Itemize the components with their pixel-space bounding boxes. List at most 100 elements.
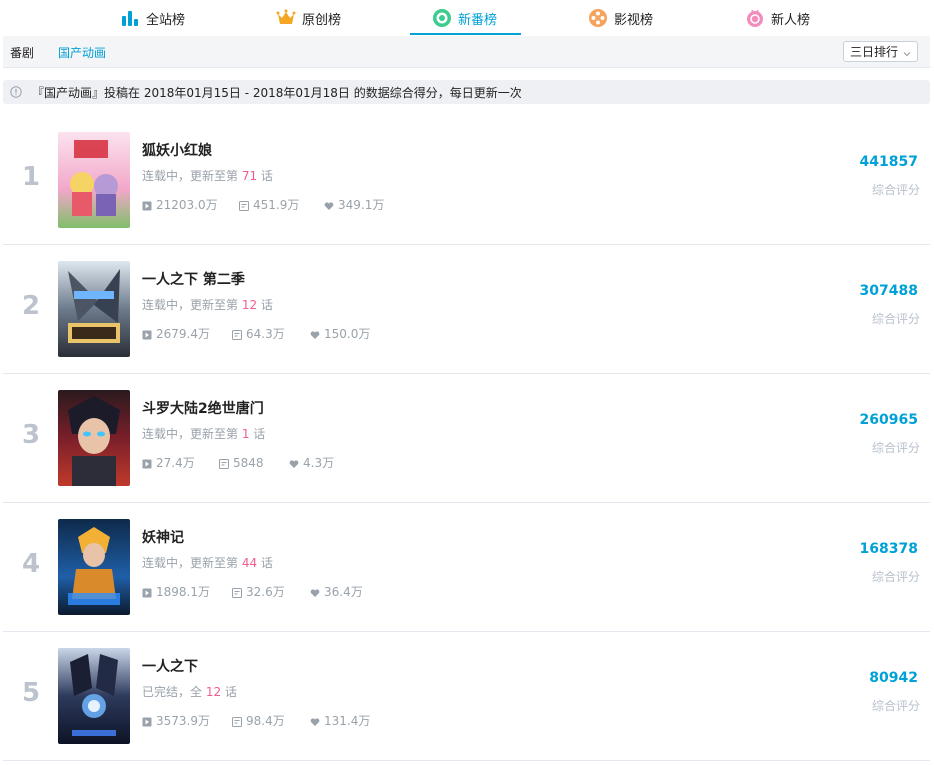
stats-row: 3573.9万 98.4万 131.4万 (142, 712, 370, 729)
cover-image[interactable] (58, 519, 130, 615)
danmaku-icon (232, 716, 242, 727)
status-prefix: 连载中，更新至第 (142, 556, 242, 570)
favorite-count: 150.0万 (310, 325, 370, 342)
target-icon (432, 8, 452, 28)
score-label: 综合评分 (871, 699, 920, 713)
heart-icon (289, 458, 299, 468)
rank-item: 3 斗罗大陆2绝世唐门 连载中，更新至第 1 话 27.4万 5848 4.3万… (3, 374, 930, 503)
score-value: 168378 (859, 541, 918, 557)
heart-icon (310, 329, 320, 339)
tab-original[interactable]: 原创榜 (276, 0, 341, 36)
snail-icon (745, 8, 765, 28)
status-suffix: 话 (257, 169, 273, 183)
subnav-item-guochuang[interactable]: 国产动画 (58, 44, 106, 61)
favorite-count-value: 131.4万 (324, 714, 371, 728)
score-value: 260965 (859, 412, 918, 428)
score-label: 综合评分 (871, 441, 920, 455)
film-reel-icon (588, 8, 608, 28)
subnav-item-bangumi[interactable]: 番剧 (10, 44, 34, 61)
cover-image[interactable] (58, 261, 130, 357)
episode-count: 44 (241, 556, 258, 570)
heart-icon (310, 587, 320, 597)
favorite-count: 131.4万 (310, 712, 370, 729)
active-tab-underline (410, 33, 521, 35)
play-icon (142, 200, 152, 210)
bar-chart-icon (120, 8, 140, 28)
tab-label: 全站榜 (146, 12, 186, 28)
ranking-notice: 『国产动画』投稿在 2018年01月15日 - 2018年01月18日 的数据综… (3, 80, 930, 104)
cover-image[interactable] (58, 390, 130, 486)
crown-icon (276, 8, 296, 28)
danmaku-count: 5848 (219, 454, 289, 471)
score-label: 综合评分 (871, 312, 920, 326)
ranking-range-dropdown[interactable]: 三日排行 (843, 41, 918, 62)
status-prefix: 连载中，更新至第 (142, 298, 242, 312)
status-prefix: 连载中，更新至第 (142, 169, 242, 183)
anime-title[interactable]: 一人之下 第二季 (142, 269, 245, 289)
score-value: 307488 (859, 283, 918, 299)
favorite-count: 36.4万 (310, 583, 363, 600)
play-count-value: 21203.0万 (156, 198, 218, 212)
notice-text: 『国产动画』投稿在 2018年01月15日 - 2018年01月18日 的数据综… (32, 85, 522, 100)
tab-label: 原创榜 (302, 12, 342, 28)
anime-title[interactable]: 一人之下 (142, 656, 198, 676)
play-count-value: 27.4万 (156, 456, 195, 470)
tab-label: 新人榜 (771, 12, 811, 28)
danmaku-count: 98.4万 (232, 712, 310, 729)
stats-row: 21203.0万 451.9万 349.1万 (142, 196, 384, 213)
danmaku-count-value: 32.6万 (246, 585, 285, 599)
heart-icon (310, 716, 320, 726)
status-suffix: 话 (249, 427, 266, 441)
stats-row: 1898.1万 32.6万 36.4万 (142, 583, 363, 600)
episode-count: 12 (241, 298, 258, 312)
score-value: 80942 (869, 670, 918, 686)
danmaku-count-value: 451.9万 (253, 198, 300, 212)
favorite-count-value: 349.1万 (338, 198, 385, 212)
cover-image[interactable] (58, 132, 130, 228)
status-prefix: 连载中，更新至第 (142, 427, 242, 441)
tab-all-site[interactable]: 全站榜 (120, 0, 185, 36)
anime-title[interactable]: 妖神记 (142, 527, 184, 547)
danmaku-count: 451.9万 (239, 196, 324, 213)
danmaku-count: 64.3万 (232, 325, 310, 342)
anime-title[interactable]: 斗罗大陆2绝世唐门 (142, 398, 264, 418)
rank-number: 3 (21, 420, 41, 450)
favorite-count-value: 4.3万 (303, 456, 335, 470)
play-count: 3573.9万 (142, 712, 232, 729)
play-icon (142, 329, 152, 339)
rank-item: 5 一人之下 已完结，全 12 话 3573.9万 98.4万 131.4万 8… (3, 632, 930, 761)
update-status: 连载中，更新至第 44 话 (142, 554, 273, 571)
chevron-down-icon (903, 47, 911, 57)
favorite-count-value: 36.4万 (324, 585, 363, 599)
danmaku-icon (219, 458, 229, 469)
stats-row: 27.4万 5848 4.3万 (142, 454, 334, 471)
play-count-value: 1898.1万 (156, 585, 210, 599)
update-status: 已完结，全 12 话 (142, 683, 237, 700)
rank-item: 2 一人之下 第二季 连载中，更新至第 12 话 2679.4万 64.3万 1… (3, 245, 930, 374)
tab-newcomer[interactable]: 新人榜 (745, 0, 810, 36)
danmaku-icon (232, 587, 242, 598)
danmaku-count-value: 64.3万 (246, 327, 285, 341)
play-icon (142, 458, 152, 468)
update-status: 连载中，更新至第 71 话 (142, 167, 273, 184)
heart-icon (324, 200, 334, 210)
rank-number: 2 (21, 291, 41, 321)
danmaku-count-value: 5848 (233, 455, 264, 470)
play-count: 1898.1万 (142, 583, 232, 600)
rank-item: 4 妖神记 连载中，更新至第 44 话 1898.1万 32.6万 36.4万 … (3, 503, 930, 632)
play-count: 27.4万 (142, 454, 219, 471)
stats-row: 2679.4万 64.3万 150.0万 (142, 325, 370, 342)
score-label: 综合评分 (871, 183, 920, 197)
top-tabs: 全站榜 原创榜 新番榜 影视榜 新人榜 (0, 0, 934, 36)
episode-count: 12 (205, 685, 222, 699)
tab-new-anime[interactable]: 新番榜 (432, 0, 497, 36)
rank-list: 1 狐妖小红娘 连载中，更新至第 71 话 21203.0万 451.9万 34… (3, 116, 930, 761)
tab-film-tv[interactable]: 影视榜 (588, 0, 653, 36)
range-select-value: 三日排行 (850, 45, 899, 59)
score-label: 综合评分 (871, 570, 920, 584)
anime-title[interactable]: 狐妖小红娘 (142, 140, 212, 160)
cover-image[interactable] (58, 648, 130, 744)
rank-number: 4 (21, 549, 41, 579)
play-count: 2679.4万 (142, 325, 232, 342)
rank-number: 5 (21, 678, 41, 708)
